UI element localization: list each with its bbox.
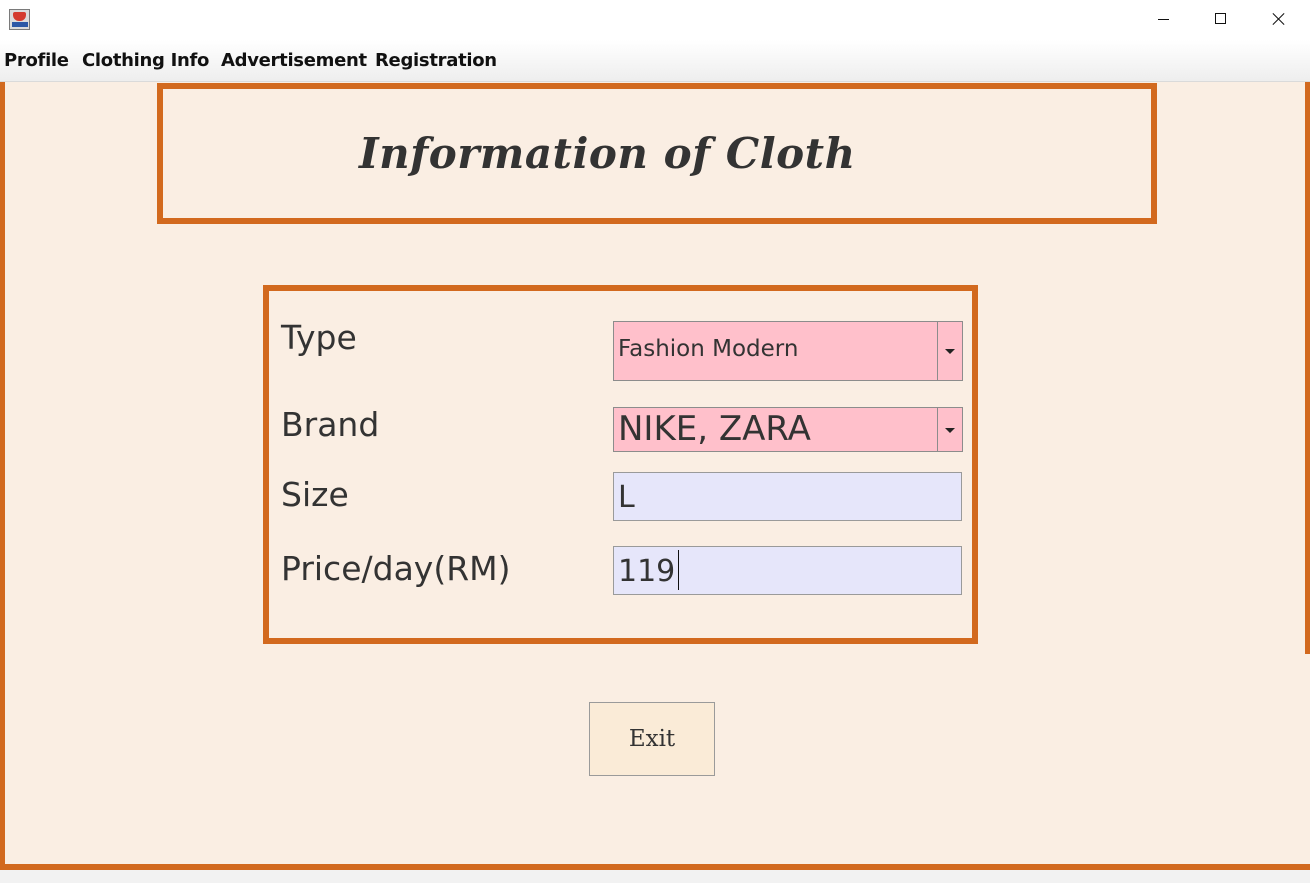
title-panel: Information of Cloth: [157, 83, 1157, 224]
maximize-button[interactable]: [1192, 0, 1250, 38]
size-label: Size: [281, 475, 349, 514]
brand-selected-value: NIKE, ZARA: [618, 409, 811, 449]
chevron-down-icon[interactable]: [937, 322, 962, 380]
java-app-icon: [9, 9, 30, 30]
brand-label: Brand: [281, 405, 380, 444]
window-bottom-strip: [0, 870, 1310, 883]
size-value: L: [618, 480, 635, 515]
minimize-icon: [1158, 19, 1169, 20]
type-label: Type: [281, 318, 357, 357]
maximize-icon: [1215, 13, 1226, 24]
frame-border-right: [1305, 82, 1310, 654]
type-combobox[interactable]: Fashion Modern: [613, 321, 963, 381]
menu-bar: Profile Clothing Info Advertisement Regi…: [0, 40, 1310, 82]
price-label: Price/day(RM): [281, 549, 511, 588]
menu-item-registration[interactable]: Registration: [375, 50, 497, 71]
frame-border-left: [0, 82, 5, 872]
size-field[interactable]: L: [613, 472, 962, 521]
brand-combobox[interactable]: NIKE, ZARA: [613, 407, 963, 452]
close-button[interactable]: [1250, 0, 1308, 38]
type-selected-value: Fashion Modern: [618, 336, 799, 362]
chevron-down-icon[interactable]: [937, 408, 962, 451]
window-titlebar: [0, 0, 1310, 40]
menu-item-clothing-info[interactable]: Clothing Info: [82, 50, 209, 71]
text-caret: [678, 550, 679, 590]
menu-item-profile[interactable]: Profile: [4, 50, 69, 71]
price-value: 119: [618, 554, 676, 589]
clothing-form-panel: Type Fashion Modern Brand NIKE, ZARA Siz…: [263, 285, 978, 644]
minimize-button[interactable]: [1134, 0, 1192, 38]
price-field[interactable]: 119: [613, 546, 962, 595]
exit-button[interactable]: Exit: [589, 702, 715, 776]
close-icon: [1273, 13, 1285, 25]
menu-item-advertisement[interactable]: Advertisement: [221, 50, 367, 71]
page-title: Information of Cloth: [359, 129, 856, 178]
